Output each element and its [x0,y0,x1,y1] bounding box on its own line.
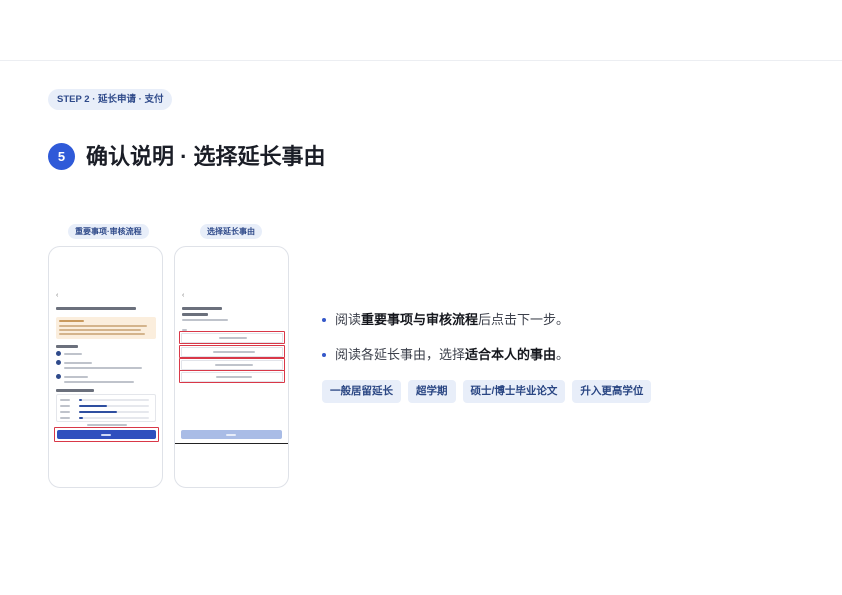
step-number-badge: 5 [48,143,75,170]
process-heading-line [56,345,78,348]
reason-tag: 升入更高学位 [572,380,652,403]
step-badge: STEP 2 · 延长申请 · 支付 [48,89,173,110]
reason-option[interactable] [181,359,283,370]
reason-option[interactable] [181,346,283,357]
back-arrow-icon: ‹ [182,292,185,299]
step-dot-icon [56,360,61,365]
instruction-item: 阅读各延长事由，选择 适合本人的事由。 [321,346,569,364]
back-arrow-icon: ‹ [56,292,59,299]
bullet-dot-icon [322,353,326,357]
phone-label-notice: 重要事项·审核流程 [68,224,149,239]
section-title: 确认说明 · 选择延长事由 [86,144,326,169]
screen-divider [175,443,288,444]
top-header-bar [0,0,842,61]
phone-label-reason: 选择延长事由 [200,224,262,239]
instruction-list: 阅读 重要事项与审核流程 后点击下一步。 阅读各延长事由，选择 适合本人的事由。 [321,311,569,364]
instruction-item: 阅读 重要事项与审核流程 后点击下一步。 [321,311,569,329]
section-heading: 5 确认说明 · 选择延长事由 [48,143,326,170]
notice-box [56,317,156,339]
next-button[interactable] [57,430,156,439]
bullet-dot-icon [322,318,326,322]
next-button-disabled[interactable] [181,430,282,439]
processing-time-card [56,394,156,422]
phone-screenshot-notice: ‹ [48,246,163,488]
reason-tag-list: 一般居留延长 超学期 硕士/博士毕业论文 升入更高学位 [322,380,652,403]
reason-option[interactable] [181,332,283,343]
screen-heading-line [56,307,136,310]
step-dot-icon [56,351,61,356]
reason-tag: 硕士/博士毕业论文 [462,380,566,403]
reason-tag: 超学期 [408,380,456,403]
reason-tag: 一般居留延长 [322,380,401,403]
reason-option[interactable] [181,371,283,382]
phone-screenshot-reason: ‹ [174,246,289,488]
step-dot-icon [56,374,61,379]
